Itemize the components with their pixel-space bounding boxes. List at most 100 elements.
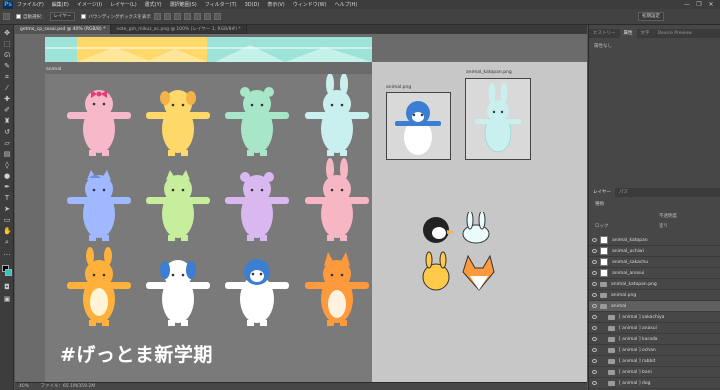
screen-mode-icon[interactable]: ▣ bbox=[3, 295, 11, 303]
menu-image[interactable]: イメージ(I) bbox=[77, 1, 102, 8]
menu-edit[interactable]: 編集(E) bbox=[52, 1, 69, 8]
layer-row[interactable]: [ animal ] dog bbox=[589, 378, 720, 389]
stamp-tool-icon[interactable]: ♜ bbox=[3, 117, 11, 125]
orange-serval-character bbox=[67, 247, 131, 326]
type-tool-icon[interactable]: T bbox=[3, 194, 11, 202]
menu-select[interactable]: 選択範囲(S) bbox=[170, 1, 197, 8]
visibility-eye-icon[interactable] bbox=[592, 326, 597, 330]
eyedropper-tool-icon[interactable]: ⁄ bbox=[3, 84, 11, 92]
align-left-icon[interactable] bbox=[153, 13, 161, 20]
gradient-tool-icon[interactable]: ▤ bbox=[3, 150, 11, 158]
menu-filter[interactable]: フィルター(T) bbox=[205, 1, 237, 8]
visibility-eye-icon[interactable] bbox=[592, 337, 597, 341]
layer-name: animal_katopan.png bbox=[611, 281, 657, 287]
tab-paths[interactable]: パス bbox=[615, 188, 632, 197]
visibility-eye-icon[interactable] bbox=[592, 238, 597, 242]
layer-row[interactable]: animal_sakachu bbox=[589, 257, 720, 268]
quick-mask-icon[interactable]: ◘ bbox=[3, 283, 11, 291]
tab-layers[interactable]: レイヤー bbox=[589, 188, 615, 197]
layer-row[interactable]: animal.png bbox=[589, 290, 720, 301]
layer-row[interactable]: animal_katopan bbox=[589, 235, 720, 246]
hand-tool-icon[interactable]: ✋ bbox=[3, 227, 12, 235]
align-bottom-icon[interactable] bbox=[203, 13, 211, 20]
move-tool-icon[interactable] bbox=[3, 13, 10, 20]
menu-file[interactable]: ファイル(F) bbox=[17, 1, 44, 8]
workspace-dropdown[interactable]: 初期設定 bbox=[638, 12, 664, 21]
folder-icon bbox=[600, 281, 607, 287]
pen-tool-icon[interactable]: ✒ bbox=[3, 183, 11, 191]
green-cat-character bbox=[146, 170, 210, 241]
visibility-eye-icon[interactable] bbox=[592, 271, 597, 275]
visibility-eye-icon[interactable] bbox=[592, 282, 597, 286]
eraser-tool-icon[interactable]: ▱ bbox=[3, 139, 11, 147]
fox-head-icon bbox=[462, 254, 495, 291]
layer-kind-filter[interactable]: 種類 bbox=[595, 201, 604, 207]
rectangle-tool-icon[interactable]: ▭ bbox=[3, 216, 11, 224]
align-right-icon[interactable] bbox=[173, 13, 181, 20]
thumb-katopan-png[interactable] bbox=[465, 78, 531, 160]
layer-row[interactable]: [ animal ] ochan bbox=[589, 345, 720, 356]
marquee-tool-icon[interactable]: ⬚ bbox=[3, 40, 11, 48]
3d-mode-icon[interactable] bbox=[213, 13, 221, 20]
minimize-button[interactable]: — bbox=[682, 0, 692, 9]
visibility-eye-icon[interactable] bbox=[592, 304, 597, 308]
banner-artboard[interactable] bbox=[45, 37, 372, 62]
visibility-eye-icon[interactable] bbox=[592, 381, 597, 385]
visibility-eye-icon[interactable] bbox=[592, 249, 597, 253]
layer-row[interactable]: [ animal ] sakachiya bbox=[589, 312, 720, 323]
layer-row[interactable]: animal_katopan.png bbox=[589, 279, 720, 290]
blur-tool-icon[interactable]: ◊ bbox=[3, 161, 11, 169]
visibility-eye-icon[interactable] bbox=[592, 348, 597, 352]
maximize-button[interactable]: ❐ bbox=[694, 0, 704, 9]
healing-tool-icon[interactable]: ✚ bbox=[3, 95, 11, 103]
visibility-eye-icon[interactable] bbox=[592, 293, 597, 297]
layer-name: [ animal ] bani bbox=[619, 369, 652, 375]
brush-tool-icon[interactable]: ✐ bbox=[3, 106, 11, 114]
more-tools-icon[interactable]: … bbox=[3, 249, 11, 257]
menu-type[interactable]: 書式(Y) bbox=[145, 1, 162, 8]
dodge-tool-icon[interactable]: ● bbox=[3, 172, 11, 180]
zoom-tool-icon[interactable]: ⌕ bbox=[3, 238, 11, 246]
tab-properties[interactable]: 属性 bbox=[619, 29, 637, 38]
menu-view[interactable]: 表示(V) bbox=[267, 1, 284, 8]
align-center-icon[interactable] bbox=[163, 13, 171, 20]
thumb-animal-png[interactable] bbox=[386, 92, 451, 160]
show-transform-checkbox[interactable] bbox=[81, 14, 87, 19]
align-middle-icon[interactable] bbox=[193, 13, 201, 20]
layer-row[interactable]: animal bbox=[589, 301, 720, 312]
menu-layer[interactable]: レイヤー(L) bbox=[110, 1, 137, 8]
tab-character[interactable]: 文字 bbox=[637, 29, 654, 38]
layer-row[interactable]: [ animal ] karada bbox=[589, 334, 720, 345]
tab-document-2[interactable]: note_gm_mikuz_ac.png @ 100% (レイヤー 1, RGB… bbox=[111, 25, 247, 34]
layer-name: animal.png bbox=[611, 292, 637, 298]
auto-select-dropdown[interactable]: レイヤー bbox=[49, 12, 76, 21]
layer-row[interactable]: [ animal ] anasui bbox=[589, 323, 720, 334]
menu-help[interactable]: ヘルプ(H) bbox=[335, 1, 358, 8]
visibility-eye-icon[interactable] bbox=[592, 370, 597, 374]
tab-device-preview[interactable]: Device Preview bbox=[654, 29, 696, 38]
visibility-eye-icon[interactable] bbox=[592, 359, 597, 363]
visibility-eye-icon[interactable] bbox=[592, 260, 597, 264]
layer-row[interactable]: animal_uchiwi bbox=[589, 246, 720, 257]
crop-tool-icon[interactable]: ⌗ bbox=[3, 73, 11, 81]
quick-select-tool-icon[interactable]: ✎ bbox=[3, 62, 11, 70]
tab-history[interactable]: ヒストリー bbox=[589, 29, 620, 38]
layer-thumbnail bbox=[600, 258, 608, 266]
layer-row[interactable]: [ animal ] bani bbox=[589, 367, 720, 378]
history-brush-tool-icon[interactable]: ↺ bbox=[3, 128, 11, 136]
tab-document-1[interactable]: getmo_cp_sosai.psd @ 40% (RGB/8) * bbox=[15, 25, 112, 34]
move-tool-icon[interactable]: ✥ bbox=[3, 29, 11, 37]
layer-row[interactable]: [ animal ] rabbit bbox=[589, 356, 720, 367]
auto-select-checkbox[interactable] bbox=[16, 14, 21, 19]
thumb-label-animal: animal.png bbox=[386, 85, 412, 90]
menu-window[interactable]: ウィンドウ(W) bbox=[293, 1, 327, 8]
visibility-eye-icon[interactable] bbox=[592, 315, 597, 319]
lasso-tool-icon[interactable]: ᘏ bbox=[3, 51, 11, 59]
menu-3d[interactable]: 3D(D) bbox=[245, 2, 260, 8]
layer-row[interactable]: animal_anasui bbox=[589, 268, 720, 279]
background-color-swatch[interactable] bbox=[5, 269, 12, 276]
zoom-level[interactable]: 40% bbox=[19, 384, 29, 389]
path-select-tool-icon[interactable]: ➤ bbox=[3, 205, 11, 213]
close-button[interactable]: ✕ bbox=[706, 0, 716, 9]
align-top-icon[interactable] bbox=[183, 13, 191, 20]
